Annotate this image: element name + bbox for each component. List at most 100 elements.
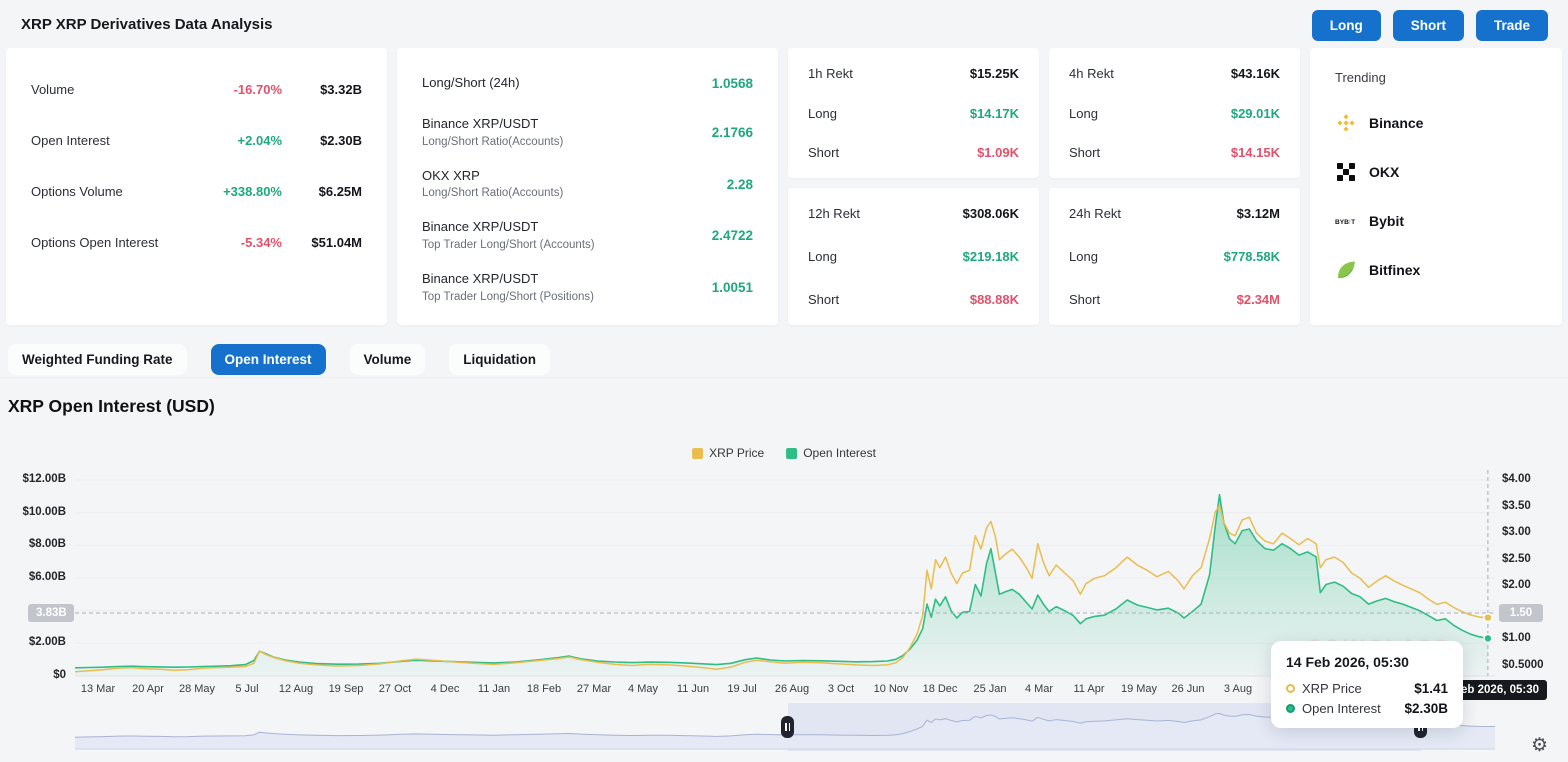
x-axis-tick: 26 Aug	[775, 683, 809, 695]
binance-icon	[1335, 112, 1357, 134]
ratio-value: 1.0568	[712, 76, 753, 91]
rekt-period: 1h Rekt	[808, 66, 853, 81]
tooltip-row-open-interest: Open Interest $2.30B	[1286, 701, 1448, 716]
x-axis-tick: 28 May	[179, 683, 215, 695]
trending-item-bitfinex[interactable]: Bitfinex	[1335, 259, 1537, 281]
svg-text:BYB: BYB	[1335, 219, 1349, 226]
trending-item-binance[interactable]: Binance	[1335, 112, 1537, 134]
stat-change: +2.04%	[182, 133, 282, 148]
legend-item-open-interest[interactable]: Open Interest	[786, 446, 876, 460]
trending-title: Trending	[1335, 70, 1537, 85]
tab-volume[interactable]: Volume	[350, 344, 426, 375]
legend-label: Open Interest	[803, 446, 876, 460]
left-axis-tick: $12.00B	[0, 473, 66, 485]
x-axis-tick: 11 Jan	[478, 683, 510, 695]
rekt-long-label: Long	[1069, 249, 1098, 264]
trending-card: Trending Binance OKX BYB!T Bybit	[1310, 48, 1562, 325]
rekt-card-24h: 24h Rekt$3.12M Long$778.58K Short$2.34M	[1049, 188, 1300, 325]
ratio-row: OKX XRP Long/Short Ratio(Accounts) 2.28	[422, 167, 753, 202]
stat-row-options-volume: Options Volume +338.80% $6.25M	[31, 177, 362, 205]
rekt-total: $3.12M	[1237, 206, 1280, 221]
bybit-icon: BYB!T	[1335, 210, 1357, 232]
ratio-row: Binance XRP/USDT Long/Short Ratio(Accoun…	[422, 115, 753, 150]
rekt-long-value: $219.18K	[963, 249, 1019, 264]
x-axis-tick: 19 May	[1121, 683, 1157, 695]
left-axis-tick: $2.00B	[0, 636, 66, 648]
chart-tooltip: 14 Feb 2026, 05:30 XRP Price $1.41 Open …	[1271, 641, 1463, 728]
tooltip-series-value: $2.30B	[1404, 701, 1448, 716]
rekt-total: $308.06K	[963, 206, 1019, 221]
x-axis-tick: 19 Sep	[329, 683, 364, 695]
stat-label: Options Volume	[31, 184, 182, 199]
trending-item-bybit[interactable]: BYB!T Bybit	[1335, 210, 1537, 232]
ratio-name: Binance XRP/USDT	[422, 218, 712, 237]
stat-value: $51.04M	[282, 235, 362, 250]
tooltip-row-price: XRP Price $1.41	[1286, 681, 1448, 696]
rekt-short-value: $14.15K	[1231, 145, 1280, 160]
rekt-card-1h: 1h Rekt$15.25K Long$14.17K Short$1.09K	[788, 48, 1039, 178]
rekt-long-label: Long	[808, 249, 837, 264]
tooltip-series-name: Open Interest	[1302, 701, 1397, 716]
ratio-value: 2.4722	[712, 228, 753, 243]
stat-value: $3.32B	[282, 82, 362, 97]
ratio-subtitle: Top Trader Long/Short (Positions)	[422, 289, 712, 305]
ratio-name: OKX XRP	[422, 167, 727, 186]
trending-item-okx[interactable]: OKX	[1335, 161, 1537, 183]
market-overview-card: Volume -16.70% $3.32B Open Interest +2.0…	[6, 48, 387, 325]
left-axis-tick: $6.00B	[0, 571, 66, 583]
stat-label: Open Interest	[31, 133, 182, 148]
rekt-period: 12h Rekt	[808, 206, 860, 221]
legend-item-xrp-price[interactable]: XRP Price	[692, 446, 764, 460]
x-axis-tick: 3 Aug	[1224, 683, 1252, 695]
ratio-subtitle: Long/Short Ratio(Accounts)	[422, 134, 712, 150]
x-axis-tick: 20 Apr	[132, 683, 164, 695]
ratio-value: 2.28	[727, 177, 753, 192]
xrp-price-marker-icon	[1286, 684, 1295, 693]
ratio-value: 2.1766	[712, 125, 753, 140]
long-button[interactable]: Long	[1312, 10, 1381, 41]
rekt-long-value: $14.17K	[970, 106, 1019, 121]
short-button[interactable]: Short	[1393, 10, 1464, 41]
settings-gear-icon[interactable]: ⚙	[1531, 736, 1548, 755]
x-axis-tick: 5 Jul	[235, 683, 258, 695]
exchange-name: Bybit	[1369, 213, 1404, 229]
navigator-left-handle[interactable]	[781, 716, 794, 738]
x-axis-tick: 26 Jun	[1171, 683, 1204, 695]
right-axis-tick: $3.50	[1502, 500, 1531, 512]
tab-liquidation[interactable]: Liquidation	[449, 344, 550, 375]
right-axis-tick: $0.5000	[1502, 659, 1544, 671]
open-interest-swatch	[786, 448, 797, 459]
right-axis-tick: $4.00	[1502, 473, 1531, 485]
trade-button[interactable]: Trade	[1476, 10, 1548, 41]
x-axis-tick: 18 Feb	[527, 683, 561, 695]
ratio-name: Binance XRP/USDT	[422, 270, 712, 289]
stat-label: Volume	[31, 82, 182, 97]
left-axis-tick: $0	[0, 669, 66, 681]
stat-change: -5.34%	[182, 235, 282, 250]
x-axis-tick: 12 Aug	[279, 683, 313, 695]
right-axis-tick: $2.50	[1502, 553, 1531, 565]
xrp-price-swatch	[692, 448, 703, 459]
bitfinex-icon	[1335, 259, 1357, 281]
x-axis-tick: 4 Dec	[431, 683, 460, 695]
ratio-value: 1.0051	[712, 280, 753, 295]
right-axis-tick: $3.00	[1502, 526, 1531, 538]
chart-tabs: Weighted Funding Rate Open Interest Volu…	[8, 344, 550, 375]
rekt-short-value: $2.34M	[1237, 292, 1280, 307]
x-axis-tick: 4 May	[628, 683, 658, 695]
ratio-row: Binance XRP/USDT Top Trader Long/Short (…	[422, 270, 753, 305]
stat-row-open-interest: Open Interest +2.04% $2.30B	[31, 126, 362, 154]
stat-row-options-open-interest: Options Open Interest -5.34% $51.04M	[31, 228, 362, 256]
tooltip-date: 14 Feb 2026, 05:30	[1286, 654, 1448, 670]
rekt-total: $15.25K	[970, 66, 1019, 81]
tab-weighted-funding-rate[interactable]: Weighted Funding Rate	[8, 344, 187, 375]
x-axis-tick: 27 Oct	[379, 683, 411, 695]
ratio-name: Long/Short (24h)	[422, 74, 712, 93]
tab-open-interest[interactable]: Open Interest	[211, 344, 326, 375]
ratio-row: Long/Short (24h) 1.0568	[422, 68, 753, 98]
exchange-name: Binance	[1369, 115, 1423, 131]
section-divider	[0, 377, 1568, 378]
exchange-name: OKX	[1369, 164, 1399, 180]
header-actions: Long Short Trade	[1312, 10, 1548, 41]
stat-value: $6.25M	[282, 184, 362, 199]
